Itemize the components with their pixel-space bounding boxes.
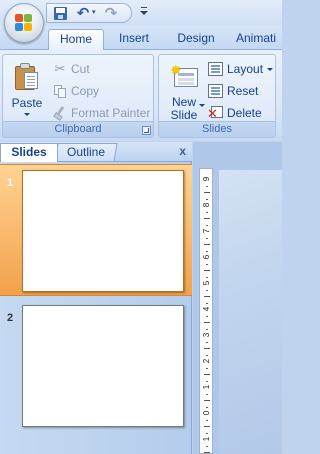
paste-icon — [15, 63, 39, 91]
format-painter-button[interactable]: Format Painter — [51, 104, 153, 122]
delete-slide-icon: ✕ — [207, 106, 223, 120]
ruler-number: 0 — [202, 410, 211, 416]
paintbrush-icon — [53, 105, 67, 121]
layout-icon — [208, 62, 223, 76]
ruler-tick — [204, 192, 210, 193]
ruler-number: 6 — [202, 254, 211, 260]
ribbon: Paste ✂ Cut Copy Format Painter Clipboar… — [0, 49, 282, 141]
format-painter-label: Format Painter — [71, 106, 151, 120]
ruler-tick — [206, 393, 208, 395]
ruler-number: 9 — [202, 176, 211, 182]
ruler-tick — [204, 400, 210, 401]
cut-button[interactable]: ✂ Cut — [51, 60, 153, 78]
slides-group-label: Slides — [159, 121, 275, 137]
ruler-tick — [204, 270, 210, 271]
reset-icon — [208, 84, 223, 98]
clipboard-group-label: Clipboard — [3, 121, 153, 137]
tab-outline[interactable]: Outline — [54, 143, 118, 162]
tab-design[interactable]: Design — [170, 29, 222, 50]
ruler-number: 4 — [202, 306, 211, 312]
save-icon[interactable] — [53, 6, 69, 22]
ruler-tick — [204, 348, 210, 349]
reset-button[interactable]: Reset — [207, 82, 273, 100]
ruler-number: 1 — [202, 384, 211, 390]
clipboard-dialog-launcher-icon[interactable] — [142, 126, 151, 135]
ruler-tick — [206, 289, 208, 291]
ruler-tick — [206, 263, 208, 265]
slide-number: 1 — [7, 177, 14, 189]
vertical-ruler: 9 8 7 6 5 4 3 2 1 0 1 — [199, 168, 213, 454]
pane-tabs: Slides Outline x — [0, 142, 192, 162]
ruler-number: 1 — [202, 436, 211, 442]
new-slide-dropdown-icon[interactable] — [199, 104, 205, 107]
office-button[interactable] — [4, 3, 44, 43]
ruler-tick — [206, 185, 208, 187]
copy-icon — [53, 84, 67, 98]
quick-access-toolbar: ↶ ▾ ↷ — [46, 3, 132, 23]
copy-label: Copy — [71, 84, 100, 98]
tab-outline-label: Outline — [66, 145, 106, 159]
paste-label: Paste — [11, 96, 43, 110]
undo-icon[interactable]: ↶ — [75, 6, 91, 22]
delete-button[interactable]: ✕ Delete — [207, 104, 273, 122]
ruler-tick — [204, 244, 210, 245]
office-logo-icon — [15, 14, 33, 32]
ruler-tick — [204, 374, 210, 375]
slide-editor-area[interactable]: 9 8 7 6 5 4 3 2 1 0 1 — [193, 142, 282, 454]
slides-group: ✸ New Slide Layout Reset ✕ Delete Slides — [158, 54, 276, 138]
copy-button[interactable]: Copy — [51, 82, 153, 100]
new-slide-label-line1: New — [171, 95, 196, 109]
ruler-tick — [204, 452, 210, 453]
tab-animations[interactable]: Animati — [236, 29, 296, 50]
layout-label: Layout — [227, 62, 264, 76]
ruler-tick — [206, 237, 208, 239]
ruler-tick — [206, 367, 208, 369]
slide-thumbnail-1[interactable] — [22, 170, 184, 292]
new-slide-icon: ✸ — [170, 63, 198, 89]
ruler-number: 7 — [202, 228, 211, 234]
tab-slides[interactable]: Slides — [0, 143, 58, 162]
scissors-icon: ✂ — [54, 61, 66, 76]
reset-label: Reset — [227, 84, 259, 98]
new-slide-button[interactable]: ✸ New Slide — [163, 59, 205, 122]
ruler-number: 5 — [202, 280, 211, 286]
ruler-tick — [206, 211, 208, 213]
layout-dropdown-icon[interactable] — [267, 68, 273, 71]
ruler-number: 3 — [202, 332, 211, 338]
slide-thumbnail-row-1[interactable]: 1 — [0, 164, 192, 296]
ruler-tick — [206, 315, 208, 317]
ruler-number: 8 — [202, 202, 211, 208]
ruler-tick — [204, 296, 210, 297]
redo-icon[interactable]: ↷ — [103, 6, 119, 22]
ruler-tick — [204, 426, 210, 427]
clipboard-group: Paste ✂ Cut Copy Format Painter Clipboar… — [2, 54, 154, 138]
new-slide-label: New Slide — [163, 96, 205, 122]
paste-dropdown-icon[interactable] — [24, 113, 30, 116]
slide-canvas-edge[interactable] — [219, 170, 282, 454]
customize-toolbar-icon[interactable] — [139, 6, 149, 18]
ruler-tick — [206, 445, 208, 447]
ruler-tick — [204, 218, 210, 219]
slide-thumbnail-row-2[interactable]: 2 — [0, 300, 192, 432]
slides-pane: Slides Outline x 1 2 — [0, 142, 192, 454]
ruler-tick — [206, 341, 208, 343]
slide-thumbnail-2[interactable] — [22, 305, 184, 427]
tab-home[interactable]: Home — [48, 29, 104, 50]
ruler-tick — [206, 419, 208, 421]
ruler-number: 2 — [202, 358, 211, 364]
delete-label: Delete — [227, 106, 262, 120]
layout-button[interactable]: Layout — [207, 60, 273, 78]
paste-button[interactable]: Paste — [7, 59, 47, 121]
slide-number: 2 — [7, 312, 14, 324]
cut-label: Cut — [71, 62, 90, 76]
undo-dropdown-icon[interactable]: ▾ — [92, 8, 96, 16]
tab-insert[interactable]: Insert — [112, 29, 156, 50]
new-slide-label-line2: Slide — [170, 108, 198, 122]
close-pane-icon[interactable]: x — [179, 144, 186, 158]
ruler-tick — [204, 322, 210, 323]
